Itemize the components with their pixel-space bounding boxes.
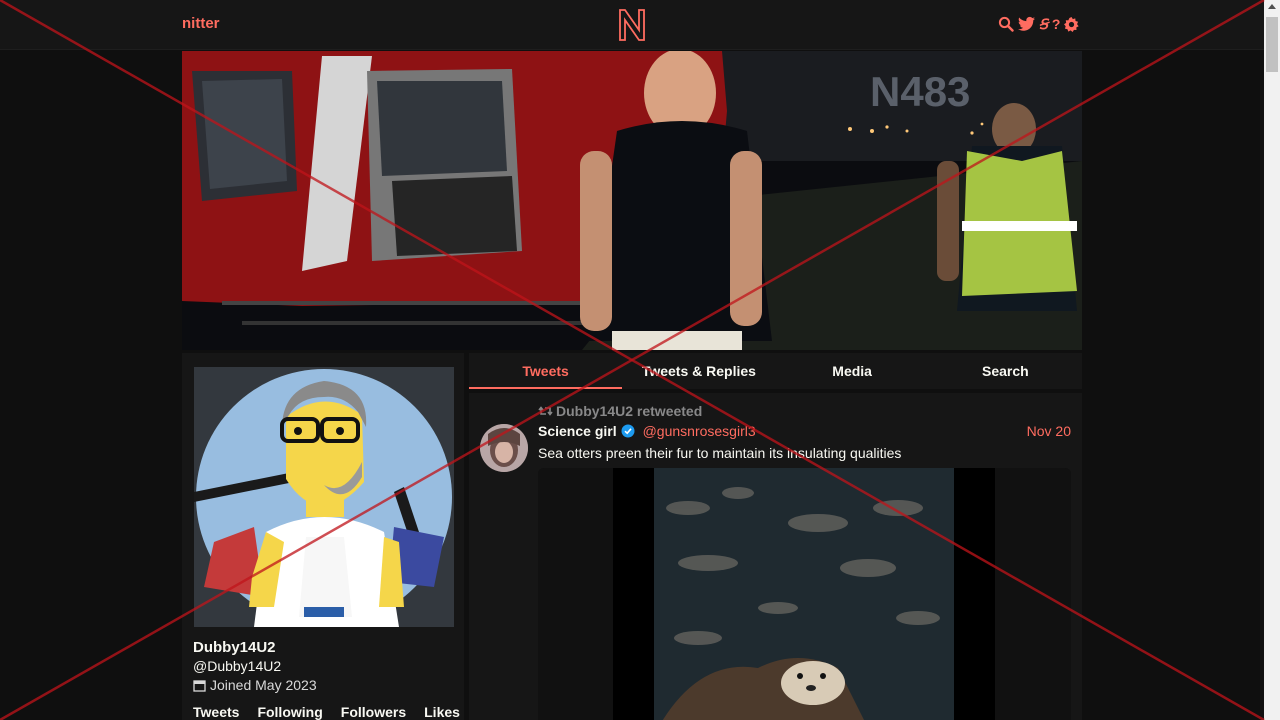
scroll-thumb[interactable] — [1266, 17, 1278, 72]
tweet-author-name[interactable]: Science girl — [538, 423, 617, 439]
profile-card: Dubby14U2 @Dubby14U2 Joined May 2023 Twe… — [182, 353, 464, 720]
joined-date-text: Joined May 2023 — [210, 677, 317, 693]
tweet-author-avatar[interactable] — [480, 424, 528, 472]
tweet-media[interactable] — [538, 468, 1071, 720]
settings-icon[interactable] — [1064, 16, 1080, 32]
timeline-tabs: Tweets Tweets & Replies Media Search — [469, 353, 1082, 389]
tweet-avatar-image — [480, 424, 528, 472]
search-icon[interactable] — [998, 16, 1014, 32]
help-icon[interactable]: ? — [1052, 15, 1061, 33]
navbar: nitter Ꞩ ? — [0, 0, 1264, 50]
avatar[interactable] — [194, 367, 454, 627]
page-scrollbar[interactable] — [1264, 0, 1280, 720]
profile-fullname[interactable]: Dubby14U2 — [193, 639, 276, 656]
nav-icons: Ꞩ ? — [998, 15, 1080, 33]
banner-tail-number: N483 — [870, 68, 970, 115]
profile-banner[interactable]: N483 — [182, 51, 1082, 350]
profile-joined: Joined May 2023 — [193, 677, 317, 693]
avatar-image — [194, 367, 454, 627]
tab-media[interactable]: Media — [776, 353, 929, 389]
profile-stats: Tweets Following Followers Likes — [193, 704, 478, 720]
tweet-video-frame — [538, 468, 1071, 720]
stat-likes[interactable]: Likes — [424, 704, 460, 720]
profile-username[interactable]: @Dubby14U2 — [193, 658, 281, 674]
tab-tweets-replies[interactable]: Tweets & Replies — [622, 353, 775, 389]
tab-search[interactable]: Search — [929, 353, 1082, 389]
retweet-header: Dubby14U2 retweeted — [538, 403, 702, 419]
rss-icon[interactable]: Ꞩ — [1039, 15, 1048, 33]
twitter-icon[interactable] — [1018, 16, 1035, 32]
retweet-icon — [538, 406, 553, 416]
retweet-label[interactable]: Dubby14U2 retweeted — [556, 403, 702, 419]
tab-tweets[interactable]: Tweets — [469, 353, 623, 389]
tweet-author-handle[interactable]: @gunsnrosesgirl3 — [643, 423, 756, 439]
scroll-up-icon[interactable] — [1268, 4, 1276, 9]
brand-link[interactable]: nitter — [182, 15, 220, 32]
calendar-icon — [193, 679, 206, 692]
stat-tweets[interactable]: Tweets — [193, 704, 239, 720]
stat-following[interactable]: Following — [257, 704, 322, 720]
banner-image: N483 — [182, 51, 1082, 350]
nitter-logo-icon[interactable] — [617, 8, 647, 42]
tweet-date[interactable]: Nov 20 — [1027, 423, 1071, 439]
tweet-item[interactable]: Dubby14U2 retweeted Science girl @gunsnr… — [469, 393, 1082, 720]
tweet-header: Science girl @gunsnrosesgirl3 — [538, 423, 756, 439]
verified-badge-icon — [621, 424, 635, 438]
tweet-text: Sea otters preen their fur to maintain i… — [538, 445, 902, 461]
stat-followers[interactable]: Followers — [341, 704, 406, 720]
